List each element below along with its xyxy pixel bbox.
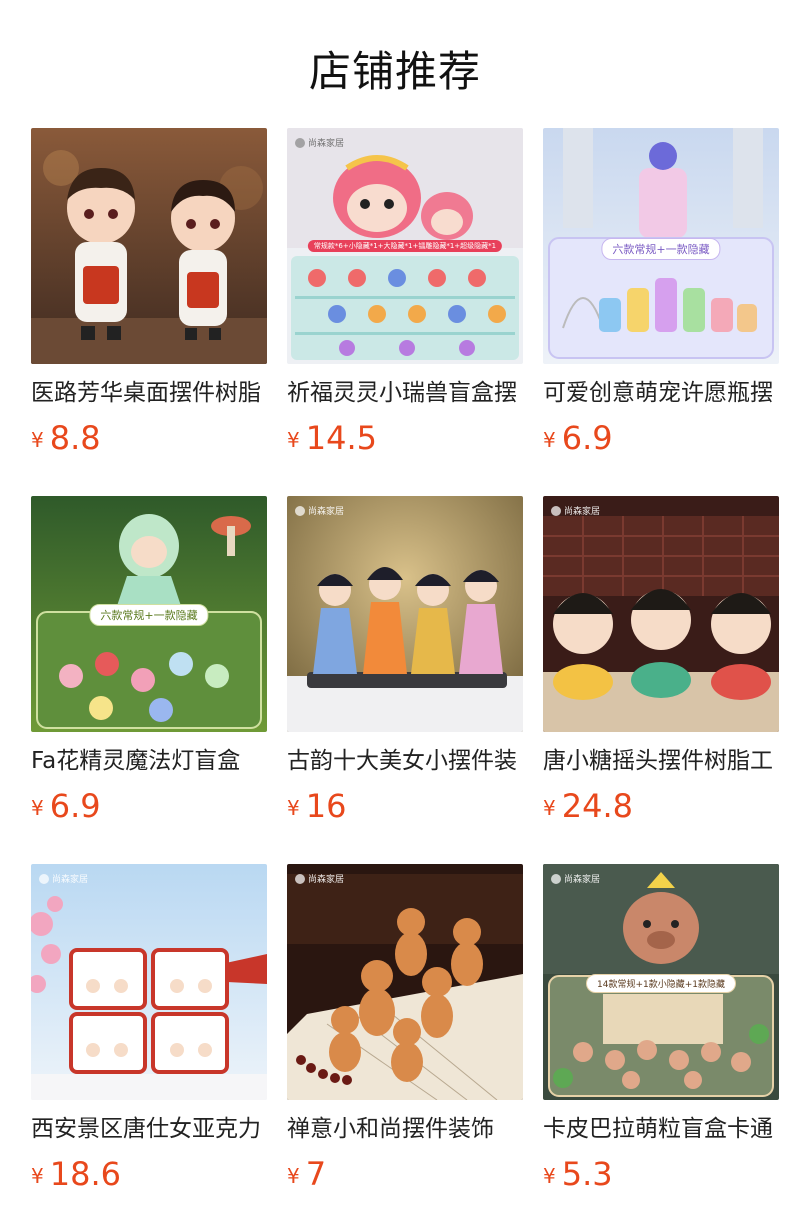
price-value: 24.8	[561, 787, 633, 825]
product-image-tang-girls[interactable]: 尚森家居	[543, 496, 779, 732]
product-name[interactable]: 可爱创意萌宠许愿瓶摆	[543, 378, 779, 408]
product-card[interactable]: 尚森家居 常规款*6+小隐藏*1+大隐藏*1+镭雕隐藏*1+超级隐藏*1 祈福灵…	[287, 128, 523, 462]
product-image-capybara[interactable]: 尚森家居 14款常规+1款小隐藏+1款隐藏	[543, 864, 779, 1100]
product-name[interactable]: 唐小糖摇头摆件树脂工	[543, 746, 779, 776]
product-name[interactable]: 禅意小和尚摆件装饰	[287, 1114, 523, 1144]
price-value: 8.8	[49, 419, 101, 457]
currency-symbol: ¥	[31, 796, 44, 820]
price-value: 6.9	[561, 419, 613, 457]
price-value: 16	[305, 787, 347, 825]
brand-watermark: 尚森家居	[295, 872, 344, 885]
product-name[interactable]: 医路芳华桌面摆件树脂	[31, 378, 267, 408]
product-price: ¥16	[287, 788, 523, 830]
product-banner: 六款常规+一款隐藏	[89, 604, 209, 626]
product-card[interactable]: 六款常规+一款隐藏 Fa花精灵魔法灯盲盒 ¥6.9	[31, 496, 267, 830]
product-name[interactable]: 祈福灵灵小瑞兽盲盒摆	[287, 378, 523, 408]
product-name[interactable]: 西安景区唐仕女亚克力	[31, 1114, 267, 1144]
brand-watermark: 尚森家居	[295, 136, 344, 149]
product-banner: 14款常规+1款小隐藏+1款隐藏	[586, 974, 736, 993]
product-name[interactable]: Fa花精灵魔法灯盲盒	[31, 746, 267, 776]
product-card[interactable]: 尚森家居 西安景区唐仕女亚克力 ¥18.6	[31, 864, 267, 1198]
brand-watermark: 尚森家居	[551, 504, 600, 517]
product-price: ¥18.6	[31, 1156, 267, 1198]
product-price: ¥6.9	[543, 420, 779, 462]
product-image-doctor-nurse[interactable]	[31, 128, 267, 364]
currency-symbol: ¥	[287, 796, 300, 820]
product-name[interactable]: 卡皮巴拉萌粒盲盒卡通	[543, 1114, 779, 1144]
product-card[interactable]: 六款常规+一款隐藏 可爱创意萌宠许愿瓶摆 ¥6.9	[543, 128, 779, 462]
product-price: ¥14.5	[287, 420, 523, 462]
price-value: 7	[305, 1155, 327, 1193]
product-card[interactable]: 尚森家居 唐小糖摇头摆件树脂工 ¥24.8	[543, 496, 779, 830]
price-value: 5.3	[561, 1155, 613, 1193]
product-price: ¥6.9	[31, 788, 267, 830]
product-image-tang-ladies[interactable]: 尚森家居	[31, 864, 267, 1100]
product-card[interactable]: 尚森家居 14款常规+1款小隐藏+1款隐藏 卡皮巴拉萌粒盲盒卡通 ¥5.3	[543, 864, 779, 1198]
currency-symbol: ¥	[543, 428, 556, 452]
price-value: 6.9	[49, 787, 101, 825]
price-value: 14.5	[305, 419, 377, 457]
product-card[interactable]: 尚森家居 古韵十大美女小摆件装 ¥16	[287, 496, 523, 830]
product-price: ¥8.8	[31, 420, 267, 462]
brand-watermark: 尚森家居	[39, 872, 88, 885]
product-grid: 医路芳华桌面摆件树脂 ¥8.8 尚森家居 常规款*6+小隐藏*1+大隐藏*1+镭…	[0, 0, 790, 1232]
product-image-lion-dance[interactable]: 尚森家居 常规款*6+小隐藏*1+大隐藏*1+镭雕隐藏*1+超级隐藏*1	[287, 128, 523, 364]
brand-watermark: 尚森家居	[295, 504, 344, 517]
currency-symbol: ¥	[287, 428, 300, 452]
currency-symbol: ¥	[31, 428, 44, 452]
price-value: 18.6	[49, 1155, 121, 1193]
product-card[interactable]: 医路芳华桌面摆件树脂 ¥8.8	[31, 128, 267, 462]
product-price: ¥24.8	[543, 788, 779, 830]
currency-symbol: ¥	[543, 1164, 556, 1188]
product-name[interactable]: 古韵十大美女小摆件装	[287, 746, 523, 776]
product-image-zen-monk[interactable]: 尚森家居	[287, 864, 523, 1100]
product-image-ancient-beauty[interactable]: 尚森家居	[287, 496, 523, 732]
product-card[interactable]: 尚森家居 禅意小和尚摆件装饰 ¥7	[287, 864, 523, 1198]
currency-symbol: ¥	[287, 1164, 300, 1188]
currency-symbol: ¥	[543, 796, 556, 820]
brand-watermark: 尚森家居	[551, 872, 600, 885]
product-banner: 常规款*6+小隐藏*1+大隐藏*1+镭雕隐藏*1+超级隐藏*1	[307, 240, 503, 252]
product-banner: 六款常规+一款隐藏	[601, 238, 721, 260]
currency-symbol: ¥	[31, 1164, 44, 1188]
product-image-flower-elf[interactable]: 六款常规+一款隐藏	[31, 496, 267, 732]
product-price: ¥7	[287, 1156, 523, 1198]
product-image-wish-bottle[interactable]: 六款常规+一款隐藏	[543, 128, 779, 364]
product-price: ¥5.3	[543, 1156, 779, 1198]
